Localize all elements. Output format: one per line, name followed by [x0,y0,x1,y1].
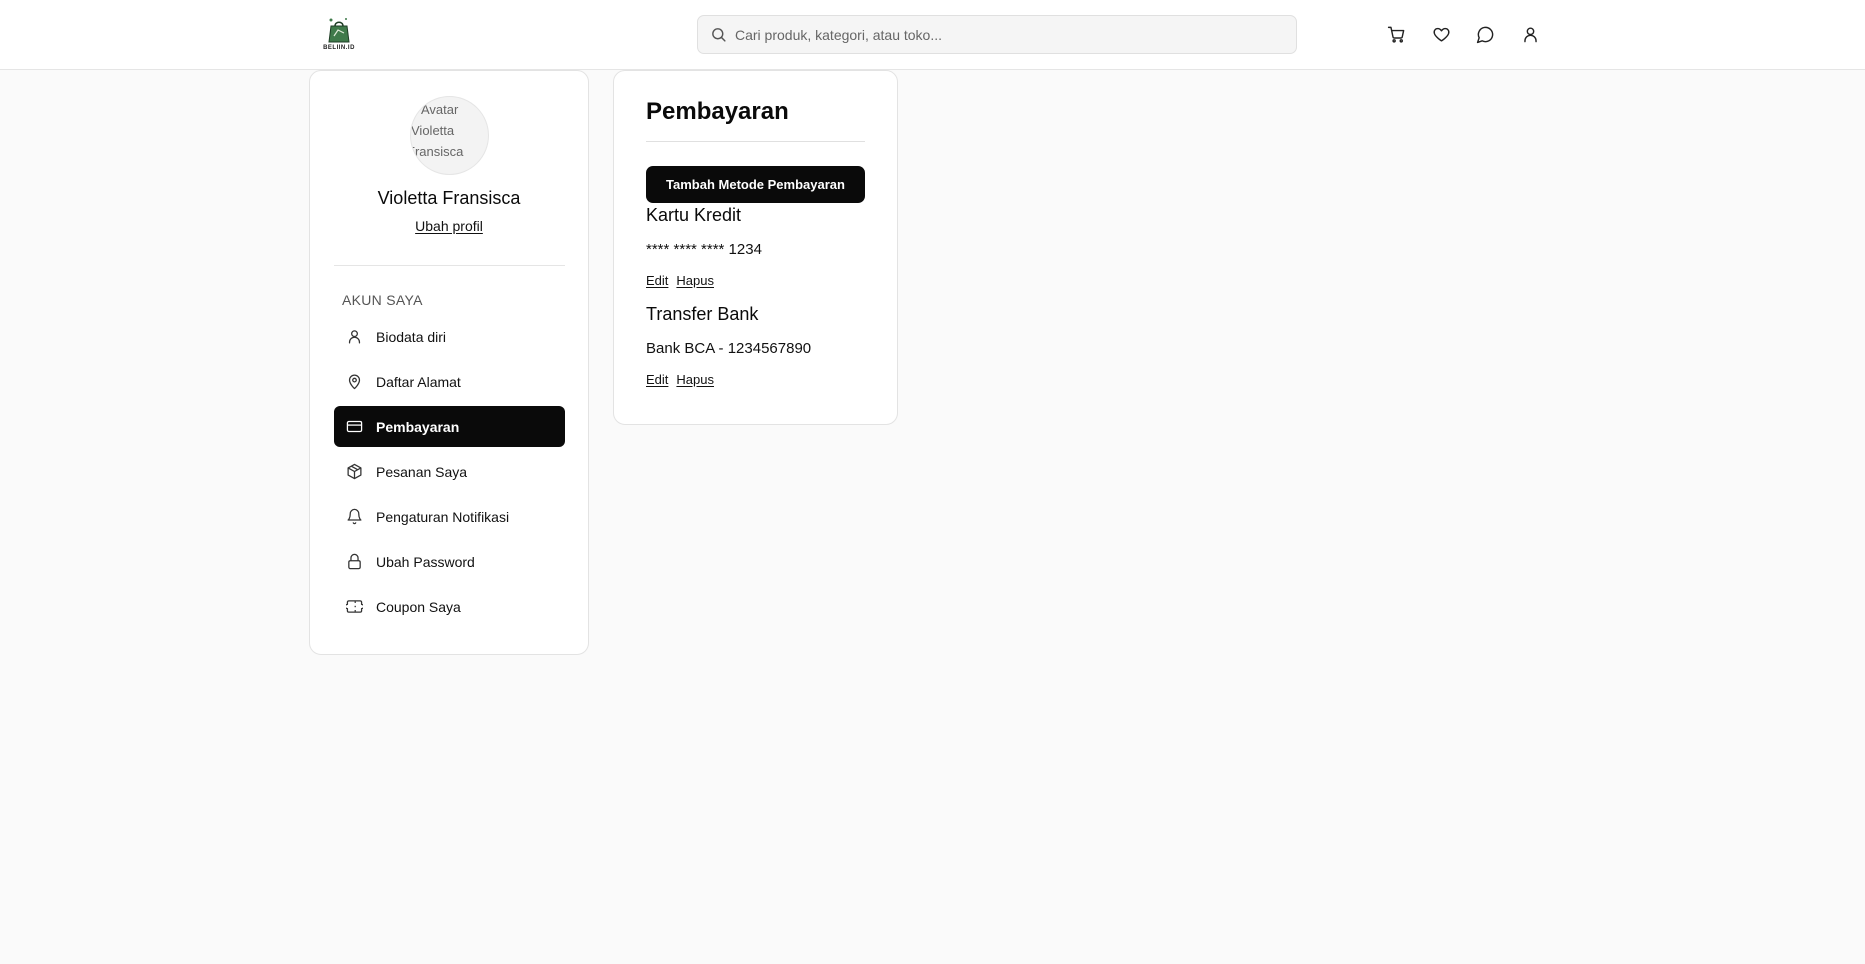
bell-icon [347,508,362,525]
sidebar-item-password[interactable]: Ubah Password [334,541,565,582]
user-icon [348,330,361,344]
user-name: Violetta Fransisca [377,188,521,208]
sidebar-item-biodata[interactable]: Biodata diri [334,316,565,357]
edit-profile-wrap: Ubah profil [310,218,588,236]
cart-icon [1387,26,1404,43]
page-title: Pembayaran [646,98,789,125]
payment-panel: Pembayaran Tambah Metode Pembayaran Kart… [613,70,898,425]
sidebar-item-label: Ubah Password [376,553,475,570]
section-label: AKUN SAYA [342,292,423,308]
sidebar-item-address[interactable]: Daftar Alamat [334,361,565,402]
sidebar-item-notifications[interactable]: Pengaturan Notifikasi [334,496,565,537]
avatar-alt-line-1: Avatar [421,102,459,117]
divider [334,265,565,266]
avatar: Avatar Violetta Fransisca [410,96,489,175]
account-button[interactable] [1519,23,1541,45]
wishlist-button[interactable] [1430,23,1452,45]
edit-profile-link[interactable]: Ubah profil [415,218,483,234]
sidebar-item-label: Pembayaran [376,418,460,435]
package-icon [347,463,362,480]
lock-icon [348,553,361,570]
search-input[interactable] [735,26,1275,43]
profile-sidebar: Avatar Violetta Fransisca Violetta Frans… [309,70,589,655]
payment-method-name: Transfer Bank [646,304,759,324]
map-pin-icon [348,374,361,390]
payment-method-bank-transfer: Transfer Bank Bank BCA - 1234567890 Edit… [646,304,876,387]
sidebar-item-label: Daftar Alamat [376,373,461,390]
delete-payment-link[interactable]: Hapus [676,372,714,387]
top-header: BELIIN.ID [0,0,1865,70]
delete-payment-link[interactable]: Hapus [676,273,714,288]
search-icon [712,28,726,42]
sidebar-item-coupons[interactable]: Coupon Saya [334,586,565,627]
title-divider [646,141,865,142]
sidebar-item-label: Coupon Saya [376,598,461,615]
credit-card-icon [346,420,363,433]
payment-method-detail: Bank BCA - 1234567890 [646,340,812,357]
shopping-bag-logo-icon [328,18,350,43]
payment-method-actions: Edit Hapus [646,273,876,288]
search-bar[interactable] [697,15,1297,54]
edit-payment-link[interactable]: Edit [646,372,668,387]
logo-text: BELIIN.ID [323,45,355,51]
user-icon [1523,26,1537,42]
avatar-alt-line-3: Fransisca [410,144,464,159]
heart-icon [1432,27,1450,42]
sidebar-item-label: Pesanan Saya [376,463,468,480]
ticket-icon [346,600,363,613]
payment-method-actions: Edit Hapus [646,372,876,387]
sidebar-item-payment[interactable]: Pembayaran [334,406,565,447]
sidebar-item-label: Biodata diri [376,328,447,345]
chat-button[interactable] [1474,23,1496,45]
account-menu: Biodata diri Daftar Alamat Pembayaran Pe… [334,316,565,631]
payment-method-credit-card: Kartu Kredit **** **** **** 1234 Edit Ha… [646,205,876,288]
add-payment-method-button[interactable]: Tambah Metode Pembayaran [646,166,865,203]
logo[interactable]: BELIIN.ID [320,16,358,54]
chat-icon [1476,26,1493,43]
cart-button[interactable] [1385,23,1407,45]
sidebar-item-label: Pengaturan Notifikasi [376,508,510,525]
sidebar-item-orders[interactable]: Pesanan Saya [334,451,565,492]
avatar-alt-line-2: Violetta [411,123,455,138]
payment-method-name: Kartu Kredit [646,205,742,225]
payment-method-detail: **** **** **** 1234 [646,241,762,258]
edit-payment-link[interactable]: Edit [646,273,668,288]
